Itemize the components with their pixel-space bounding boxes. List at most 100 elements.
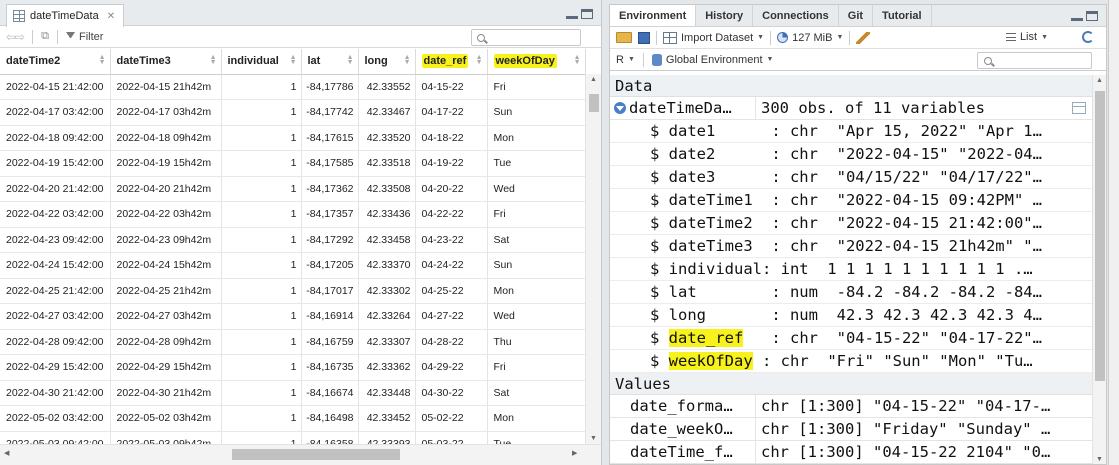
table-cell: 42.33467 [358,99,416,126]
value-row[interactable]: date_weekO… chr [1:300] "Friday" "Sunday"… [610,418,1092,441]
maximize-icon[interactable] [1086,11,1098,21]
close-icon[interactable]: ✕ [107,11,115,22]
table-cell: 04-30-22 [415,380,488,406]
table-row[interactable]: 2022-04-19 15:42:00 2022-04-19 15h42m 1 -84… [0,150,586,177]
table-row[interactable]: 2022-04-18 09:42:00 2022-04-18 09h42m 1 -84… [0,125,586,151]
table-cell: 42.33307 [358,329,416,355]
tab-title: dateTimeData [30,10,99,22]
open-folder-icon[interactable] [616,32,632,43]
value-content: chr [1:300] "04-15-22" "04-17-… [761,397,1051,415]
table-row[interactable]: 2022-04-22 03:42:00 2022-04-22 03h42m 1 -84… [0,201,586,228]
object-row-datetimedata[interactable]: dateTimeDa… 300 obs. of 11 variables [610,97,1092,120]
table-cell: 2022-04-30 21h42m [110,380,222,406]
table-row[interactable]: 2022-04-24 15:42:00 2022-04-24 15h42m 1 -84… [0,252,586,279]
value-row[interactable]: dateTime_f… chr [1:300] "04-15-22 2104" "… [610,441,1092,464]
table-row[interactable]: 2022-05-02 03:42:00 2022-05-02 03h42m 1 -84… [0,405,586,432]
column-header-label: long [364,55,388,68]
table-row[interactable]: 2022-04-15 21:42:00 2022-04-15 21h42m 1 -84… [0,74,586,100]
sort-icon[interactable]: ▲ ▼ [347,54,354,66]
tab-datetimedata[interactable]: dateTimeData ✕ [6,4,125,27]
refresh-icon[interactable] [1082,31,1094,43]
column-header[interactable]: weekOfDay ▲ ▼ [487,49,586,75]
sort-icon[interactable]: ▲ ▼ [404,54,411,66]
minimize-icon[interactable] [566,9,578,19]
language-dropdown[interactable]: R ▼ [616,54,635,66]
column-header[interactable]: date_ref ▲ ▼ [415,49,488,75]
value-content: chr [1:300] "04-15-22 2104" "0… [761,443,1051,461]
viewer-search-input[interactable] [471,29,581,46]
table-cell: 04-24-22 [415,252,488,279]
scroll-down-icon[interactable]: ▼ [1093,456,1106,463]
scroll-thumb[interactable] [232,449,400,460]
env-vertical-scrollbar[interactable]: ▲ ▼ [1092,75,1106,464]
table-cell: 42.33362 [358,354,416,381]
import-dataset-button[interactable]: Import Dataset ▼ [663,31,764,44]
popout-icon[interactable]: ⧉ [41,30,49,43]
env-search-input[interactable] [977,52,1092,69]
table-row[interactable]: 2022-04-28 09:42:00 2022-04-28 09h42m 1 -84… [0,329,586,355]
table-cell: Sat [487,380,586,406]
structure-list: $ date1 : chr "Apr 15, 2022" "Apr 1… $ da… [610,120,1092,373]
list-icon [1005,33,1016,41]
tab-git[interactable]: Git [839,5,874,26]
sort-icon[interactable]: ▲ ▼ [290,54,297,66]
table-cell: 2022-04-28 09h42m [110,329,222,355]
table-row[interactable]: 2022-04-20 21:42:00 2022-04-20 21h42m 1 -84… [0,176,586,202]
structure-row: $ date_ref : chr "04-15-22" "04-17-22"… [610,327,1092,350]
memory-usage-label: 127 MiB [792,31,833,44]
column-header[interactable]: lat ▲ ▼ [301,49,359,75]
tab-environment[interactable]: Environment [610,5,697,26]
table-cell: 2022-04-22 03:42:00 [0,201,111,228]
table-cell: 1 [221,252,302,279]
value-name: date_weekO… [610,418,756,440]
tab-history[interactable]: History [696,5,754,26]
tab-tutorial[interactable]: Tutorial [873,5,932,26]
env-tabbar: Environment History Connections Git Tutorial [610,5,1106,27]
import-icon [663,31,677,44]
scroll-right-icon[interactable]: ▶ [572,449,577,457]
column-header[interactable]: dateTime3 ▲ ▼ [110,49,222,75]
column-header[interactable]: individual ▲ ▼ [221,49,302,75]
search-icon [477,33,485,42]
scroll-down-icon[interactable]: ▼ [586,435,601,442]
table-row[interactable]: 2022-04-30 21:42:00 2022-04-30 21h42m 1 -84… [0,380,586,406]
value-row[interactable]: date_forma… chr [1:300] "04-15-22" "04-17… [610,395,1092,418]
table-row[interactable]: 2022-04-27 03:42:00 2022-04-27 03h42m 1 -84… [0,303,586,330]
expand-icon[interactable] [614,102,626,114]
column-header[interactable]: long ▲ ▼ [358,49,416,75]
back-forward-icon[interactable]: ⇦⇨ [6,30,25,44]
sort-icon[interactable]: ▲ ▼ [476,54,483,66]
sort-icon[interactable]: ▲ ▼ [210,54,217,66]
object-name-cell: dateTimeDa… [610,97,756,119]
scroll-thumb[interactable] [589,94,599,112]
viewer-vertical-scrollbar[interactable]: ▲ ▼ [585,74,601,444]
value-name: dateTime_f… [610,441,756,463]
broom-icon[interactable] [856,31,871,44]
maximize-icon[interactable] [581,9,593,19]
filter-button[interactable]: Filter [65,31,103,43]
save-icon[interactable] [638,31,650,44]
object-name: dateTimeDa… [629,99,732,117]
table-cell: -84,17362 [301,176,359,202]
view-mode-dropdown[interactable]: List ▼ [1005,31,1048,43]
table-cell: 2022-04-30 21:42:00 [0,380,111,406]
sort-icon[interactable]: ▲ ▼ [99,54,106,66]
table-row[interactable]: 2022-04-25 21:42:00 2022-04-25 21h42m 1 -84… [0,278,586,304]
column-header-label: date_ref [421,54,469,69]
scroll-up-icon[interactable]: ▲ [586,76,601,83]
scroll-left-icon[interactable]: ◀ [4,449,9,457]
table-row[interactable]: 2022-04-17 03:42:00 2022-04-17 03h42m 1 -84… [0,99,586,126]
scroll-thumb[interactable] [1095,91,1105,381]
table-row[interactable]: 2022-04-29 15:42:00 2022-04-29 15h42m 1 -84… [0,354,586,381]
minimize-icon[interactable] [1071,11,1083,21]
tab-connections[interactable]: Connections [753,5,839,26]
scroll-up-icon[interactable]: ▲ [1093,77,1106,84]
memory-usage-button[interactable]: 127 MiB ▼ [777,32,843,44]
viewer-horizontal-scrollbar[interactable]: ◀ ▶ [0,444,601,465]
view-data-icon[interactable] [1072,102,1086,114]
sort-icon[interactable]: ▲ ▼ [574,54,581,66]
rstudio-window: dateTimeData ✕ ⇦⇨ ⧉ Filter dateTime2 ▲ ▼… [0,0,1119,465]
scope-dropdown[interactable]: Global Environment ▼ [651,53,773,66]
table-row[interactable]: 2022-04-23 09:42:00 2022-04-23 09h42m 1 -84… [0,227,586,253]
column-header[interactable]: dateTime2 ▲ ▼ [0,49,111,75]
